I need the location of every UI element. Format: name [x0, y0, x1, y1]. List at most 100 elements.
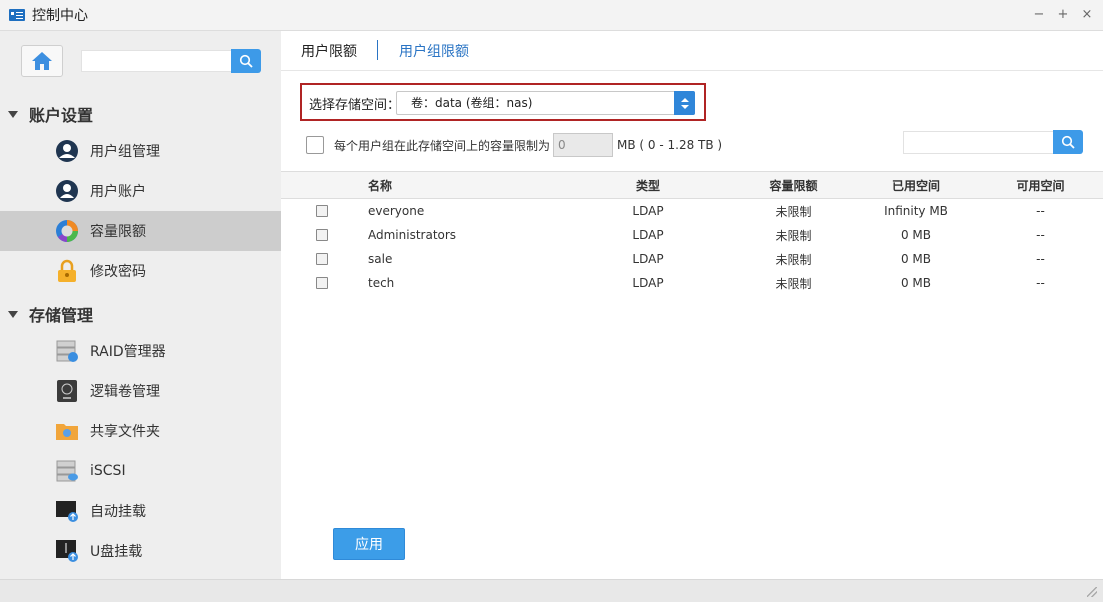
cell-type: LDAP	[632, 252, 664, 266]
apply-button[interactable]: 应用	[333, 528, 405, 560]
sidebar-item-label: 容量限额	[90, 224, 146, 240]
sidebar-item-lvm[interactable]: 逻辑卷管理	[0, 371, 281, 411]
sidebar-item-label: RAID管理器	[90, 344, 166, 360]
lock-icon	[55, 259, 79, 283]
sidebar-item-usb-mount[interactable]: U盘挂载	[0, 531, 281, 571]
sidebar-item-shared-folder[interactable]: 共享文件夹	[0, 411, 281, 451]
row-checkbox-cell	[316, 247, 328, 271]
column-header-name[interactable]: 名称	[368, 172, 392, 198]
sidebar-item-raid[interactable]: RAID管理器	[0, 331, 281, 371]
sidebar-item-change-password[interactable]: 修改密码	[0, 251, 281, 291]
section-title: 账户设置	[29, 106, 94, 125]
cell-name: sale	[368, 252, 393, 266]
sidebar-item-user-groups[interactable]: 用户组管理	[0, 131, 281, 171]
search-icon	[239, 54, 253, 68]
cell-name: tech	[368, 276, 395, 290]
limit-value-input[interactable]: 0	[553, 133, 614, 157]
storage-select[interactable]: 卷：data (卷组：nas)	[396, 91, 695, 115]
user-group-icon	[55, 139, 79, 163]
sidebar-item-label: 用户账户	[90, 184, 146, 200]
sidebar: 账户设置 用户组管理 用户账户 容量限额 修改密码 存储管理 RAID管理器 逻…	[0, 31, 281, 579]
table-row[interactable]: sale LDAP 未限制 0 MB --	[281, 247, 1103, 271]
collapse-triangle-icon	[8, 110, 18, 118]
cell-free: --	[1036, 252, 1045, 266]
cell-quota: 未限制	[775, 276, 812, 291]
cell-used: 0 MB	[900, 252, 932, 266]
column-header-used[interactable]: 已用空间	[866, 172, 966, 198]
column-header-type[interactable]: 类型	[618, 172, 678, 198]
search-input[interactable]	[903, 131, 1053, 154]
limit-checkbox[interactable]	[306, 136, 324, 154]
row-checkbox-cell	[316, 271, 328, 295]
resize-grip-icon[interactable]	[1087, 587, 1097, 597]
usb-mount-icon	[55, 539, 79, 563]
maximize-button[interactable]: +	[1055, 6, 1071, 24]
tab-user-quota[interactable]: 用户限额	[301, 41, 357, 61]
window-controls: − + ×	[1031, 6, 1095, 24]
sidebar-item-auto-mount[interactable]: 自动挂载	[0, 491, 281, 531]
row-checkbox-cell	[316, 223, 328, 247]
cell-used: 0 MB	[900, 276, 932, 290]
sidebar-item-label: iSCSI	[90, 463, 126, 479]
table-header: 名称 类型 容量限额 已用空间 可用空间	[281, 171, 1103, 199]
cell-quota: 未限制	[775, 252, 812, 267]
row-checkbox[interactable]	[316, 229, 328, 241]
section-storage-management[interactable]: 存储管理	[8, 302, 93, 326]
status-footer	[0, 579, 1103, 602]
cell-name: everyone	[368, 204, 425, 218]
window-title: 控制中心	[32, 8, 88, 24]
select-spinner-icon[interactable]	[674, 91, 695, 115]
lvm-icon	[55, 379, 79, 403]
control-center-icon	[9, 9, 25, 21]
storage-selector-highlight: 选择存储空间： 卷：data (卷组：nas)	[300, 83, 706, 121]
cell-type: LDAP	[632, 204, 664, 218]
tab-bar: 用户限额 用户组限额	[281, 31, 1103, 71]
minimize-button[interactable]: −	[1031, 6, 1047, 24]
search-button[interactable]	[1053, 130, 1083, 154]
table-row[interactable]: everyone LDAP 未限制 Infinity MB --	[281, 199, 1103, 223]
sidebar-item-quota[interactable]: 容量限额	[0, 211, 281, 251]
cell-quota: 未限制	[775, 204, 812, 219]
shared-folder-icon	[55, 419, 79, 443]
section-account-settings[interactable]: 账户设置	[8, 102, 93, 126]
sidebar-search-input[interactable]	[81, 50, 231, 72]
raid-icon	[55, 339, 79, 363]
row-checkbox[interactable]	[316, 277, 328, 289]
sidebar-item-user-accounts[interactable]: 用户账户	[0, 171, 281, 211]
close-button[interactable]: ×	[1079, 6, 1095, 24]
cell-type: LDAP	[632, 276, 664, 290]
iscsi-icon	[55, 459, 79, 483]
sidebar-item-label: 修改密码	[90, 264, 146, 280]
sidebar-item-label: 用户组管理	[90, 144, 160, 160]
auto-mount-icon	[55, 499, 79, 523]
sidebar-search-button[interactable]	[231, 49, 261, 73]
cell-quota: 未限制	[775, 228, 812, 243]
storage-label: 选择存储空间：	[309, 98, 401, 113]
column-header-quota[interactable]: 容量限额	[751, 172, 836, 198]
home-icon	[32, 52, 52, 70]
search-icon	[1061, 135, 1075, 149]
cell-free: --	[1036, 276, 1045, 290]
sidebar-item-label: U盘挂载	[90, 544, 143, 560]
table-row[interactable]: Administrators LDAP 未限制 0 MB --	[281, 223, 1103, 247]
tab-divider	[377, 40, 378, 60]
quota-pie-icon	[55, 219, 79, 243]
row-checkbox-cell	[316, 199, 328, 223]
tab-group-quota[interactable]: 用户组限额	[399, 41, 469, 61]
table-row[interactable]: tech LDAP 未限制 0 MB --	[281, 271, 1103, 295]
home-button[interactable]	[21, 45, 63, 77]
section-title: 存储管理	[29, 306, 94, 325]
column-header-free[interactable]: 可用空间	[1003, 172, 1078, 198]
cell-type: LDAP	[632, 228, 664, 242]
title-bar: 控制中心 − + ×	[0, 0, 1103, 31]
collapse-triangle-icon	[8, 310, 18, 318]
quota-table: 名称 类型 容量限额 已用空间 可用空间 everyone LDAP 未限制 I…	[281, 171, 1103, 295]
row-checkbox[interactable]	[316, 253, 328, 265]
sidebar-item-label: 共享文件夹	[90, 424, 160, 440]
cell-name: Administrators	[368, 228, 457, 242]
sidebar-item-label: 自动挂载	[90, 504, 146, 520]
main-panel: 用户限额 用户组限额 选择存储空间： 卷：data (卷组：nas) 每个用户组…	[281, 31, 1103, 579]
row-checkbox[interactable]	[316, 205, 328, 217]
cell-free: --	[1036, 228, 1045, 242]
sidebar-item-iscsi[interactable]: iSCSI	[0, 451, 281, 491]
